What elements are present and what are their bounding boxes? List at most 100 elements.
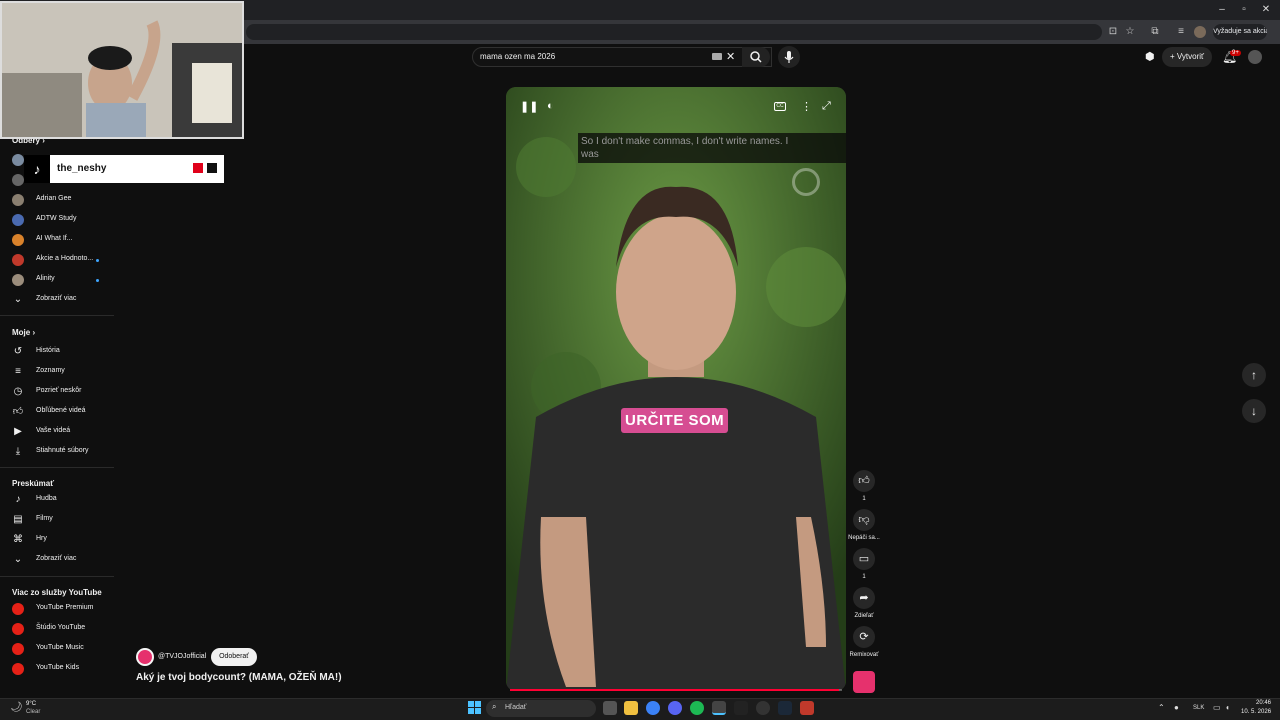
- media-controls-icon[interactable]: ≡: [1174, 26, 1188, 38]
- sidebar-item-movies[interactable]: ▤ Filmy: [0, 510, 112, 530]
- chevron-up-icon[interactable]: ⌃: [1158, 703, 1165, 712]
- fullscreen-icon[interactable]: ⤢: [822, 100, 831, 113]
- profile-avatar[interactable]: [1194, 26, 1206, 38]
- bookmark-star-icon[interactable]: ☆: [1123, 26, 1137, 38]
- clock-time[interactable]: 20:46: [1256, 700, 1271, 706]
- youtube-music-icon: [12, 643, 24, 655]
- sidebar-item-show-more[interactable]: ⌄ Zobraziť viac: [0, 550, 112, 570]
- account-avatar[interactable]: [1248, 50, 1262, 64]
- sidebar-item-subscription[interactable]: ADTW Study: [0, 210, 112, 230]
- minimize-icon[interactable]: –: [1212, 4, 1232, 15]
- chevron-down-icon: ⌄: [13, 294, 23, 305]
- sidebar-item-label: História: [36, 347, 60, 354]
- address-bar[interactable]: [246, 24, 1102, 40]
- sidebar-item-youtube-kids[interactable]: YouTube Kids: [0, 659, 112, 679]
- share-button[interactable]: ➦: [853, 587, 875, 609]
- cast-icon[interactable]: ⬢: [1145, 51, 1157, 63]
- sidebar-item-label: YouTube Music: [36, 644, 84, 651]
- sidebar-item-label: Akcie a Hodnoto...: [36, 255, 94, 262]
- voice-search-button[interactable]: [778, 46, 800, 68]
- sidebar-item-downloads[interactable]: ⤓ Stiahnuté súbory: [0, 442, 112, 462]
- chevron-down-icon: ⌄: [13, 554, 23, 565]
- sidebar-item-watch-later[interactable]: ◷ Pozrieť neskôr: [0, 382, 112, 402]
- sidebar-item-music[interactable]: ♪ Hudba: [0, 490, 112, 510]
- sidebar-item-subscription[interactable]: Alinity: [0, 270, 112, 290]
- channel-avatar[interactable]: [136, 648, 154, 666]
- sidebar-item-gaming[interactable]: ⌘ Hry: [0, 530, 112, 550]
- weather-desc[interactable]: Clear: [26, 709, 40, 715]
- sidebar-item-youtube-music[interactable]: YouTube Music: [0, 639, 112, 659]
- microphone-icon[interactable]: ●: [1174, 703, 1179, 712]
- comment-icon: ▭: [858, 553, 870, 565]
- pause-icon[interactable]: ❚❚: [520, 100, 538, 113]
- taskbar-search[interactable]: [486, 700, 596, 717]
- channel-avatar: [12, 214, 24, 226]
- sidebar-item-liked[interactable]: 👍︎ Obľúbené videá: [0, 402, 112, 422]
- keyboard-icon[interactable]: [712, 53, 722, 60]
- more-options-icon[interactable]: ⋮: [801, 100, 812, 113]
- app-icon[interactable]: [734, 701, 748, 715]
- profile-action-button[interactable]: Vyžaduje sa akcia: [1213, 24, 1267, 40]
- sidebar-item-playlists[interactable]: ≡ Zoznamy: [0, 362, 112, 382]
- search-button[interactable]: [742, 47, 770, 67]
- movies-icon: ▤: [13, 514, 23, 525]
- app-icon[interactable]: [800, 701, 814, 715]
- sidebar-item-label: YouTube Kids: [36, 664, 80, 671]
- weather-temp[interactable]: 9°C: [26, 701, 36, 707]
- obs-icon[interactable]: [712, 701, 726, 715]
- channel-avatar: [12, 274, 24, 286]
- close-icon[interactable]: ✕: [1256, 4, 1276, 15]
- sidebar-item-label: Obľúbené videá: [36, 407, 86, 414]
- sidebar-item-show-more[interactable]: ⌄ Zobraziť viac: [0, 290, 112, 310]
- sidebar-item-label: Hudba: [36, 495, 57, 502]
- channel-avatar-small[interactable]: [853, 671, 875, 693]
- progress-fill: [510, 689, 839, 691]
- spotify-icon[interactable]: [690, 701, 704, 715]
- sidebar-item-label: Adrian Gee: [36, 195, 72, 202]
- plus-icon: +: [1169, 52, 1177, 61]
- steam-icon[interactable]: [778, 701, 792, 715]
- sidebar-item-subscription[interactable]: Akcie a Hodnoto...: [0, 250, 112, 270]
- channel-handle[interactable]: @TVJOJofficial: [158, 653, 206, 660]
- you-section-title[interactable]: Moje ›: [12, 328, 35, 337]
- subscribe-button[interactable]: Odoberať: [211, 648, 257, 666]
- chrome-icon[interactable]: [646, 701, 660, 715]
- clock-date[interactable]: 10. 5. 2026: [1241, 709, 1271, 715]
- sidebar-item-history[interactable]: ↺ História: [0, 342, 112, 362]
- channel-avatar: [12, 254, 24, 266]
- windows-start-icon[interactable]: [468, 701, 481, 714]
- app-icon[interactable]: [756, 701, 770, 715]
- more-from-youtube-title: Viac zo služby YouTube: [12, 588, 102, 597]
- language-indicator[interactable]: SLK: [1193, 705, 1204, 711]
- clear-search-icon[interactable]: ✕: [726, 50, 735, 63]
- volume-icon[interactable]: ◖: [1225, 703, 1230, 712]
- task-view-icon[interactable]: [603, 701, 617, 715]
- create-button[interactable]: + Vytvoriť: [1162, 47, 1212, 67]
- install-app-icon[interactable]: ⊡: [1106, 26, 1120, 38]
- share-label: Zdieľať: [854, 613, 874, 619]
- sidebar-item-subscription[interactable]: AI What If...: [0, 230, 112, 250]
- sidebar-item-label: Pozrieť neskôr: [36, 387, 82, 394]
- create-label: Vytvoriť: [1176, 52, 1205, 61]
- previous-short-button[interactable]: ↑: [1242, 363, 1266, 387]
- volume-icon[interactable]: ◐: [547, 100, 554, 112]
- like-button[interactable]: 👍︎: [853, 470, 875, 492]
- comments-button[interactable]: ▭: [853, 548, 875, 570]
- tiktok-icon: ♪: [24, 155, 50, 183]
- sidebar-item-youtube-premium[interactable]: YouTube Premium: [0, 599, 112, 619]
- discord-icon[interactable]: [668, 701, 682, 715]
- dislike-button[interactable]: 👎︎: [853, 509, 875, 531]
- extensions-icon[interactable]: ⧉: [1148, 26, 1162, 38]
- closed-captions-icon[interactable]: CC: [774, 102, 786, 111]
- sidebar-item-label: Zobraziť viac: [36, 555, 77, 562]
- sidebar-item-subscription[interactable]: Adrian Gee: [0, 190, 112, 210]
- file-explorer-icon[interactable]: [624, 701, 638, 715]
- like-count: 1: [862, 496, 866, 502]
- remix-button[interactable]: ⟳: [853, 626, 875, 648]
- sidebar-item-youtube-studio[interactable]: Štúdio YouTube: [0, 619, 112, 639]
- youtube-studio-icon: [12, 623, 24, 635]
- sidebar-item-your-videos[interactable]: ▶ Vaše videá: [0, 422, 112, 442]
- next-short-button[interactable]: ↓: [1242, 399, 1266, 423]
- network-icon[interactable]: ▭: [1213, 703, 1221, 712]
- maximize-icon[interactable]: ▫: [1234, 4, 1254, 15]
